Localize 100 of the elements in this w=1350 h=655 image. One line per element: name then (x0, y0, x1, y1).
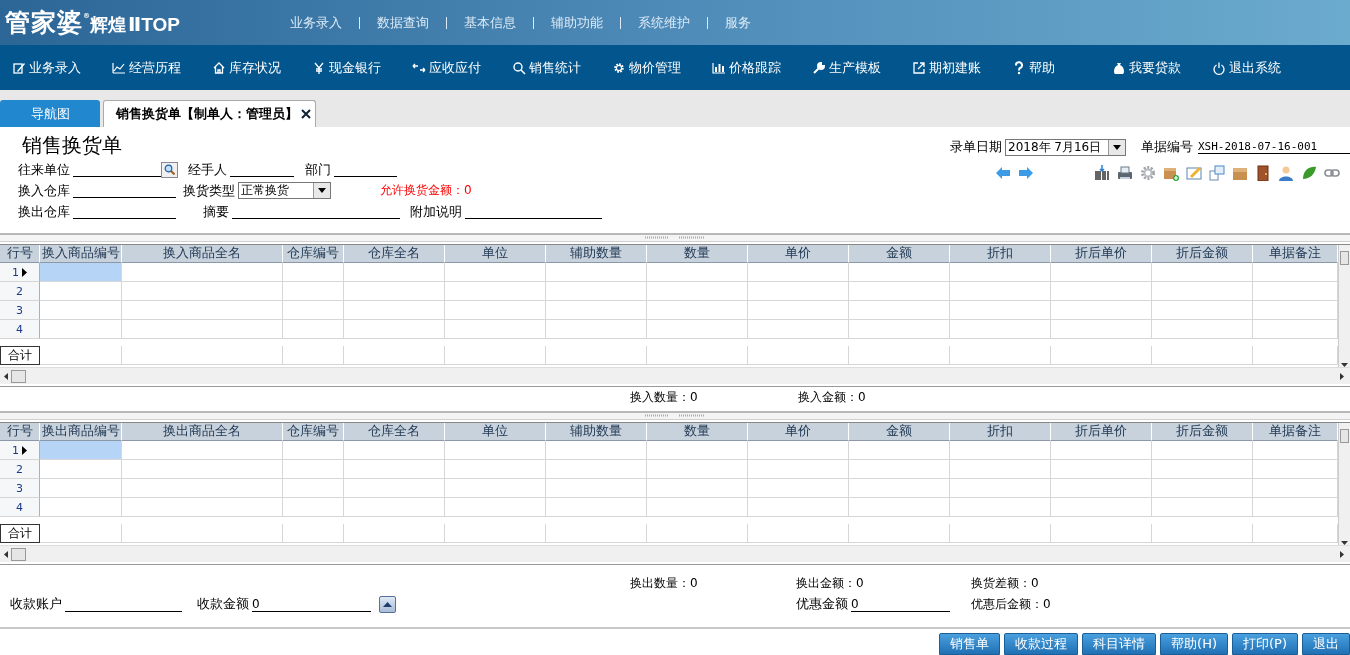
nav-item[interactable]: 价格跟踪 (712, 58, 812, 77)
close-icon[interactable] (301, 109, 311, 119)
date-picker[interactable]: 2018年 7月16日 (1005, 138, 1126, 156)
table-cell[interactable] (849, 282, 950, 301)
table-cell[interactable] (647, 479, 748, 498)
table-cell[interactable] (40, 263, 122, 282)
table-cell[interactable] (849, 301, 950, 320)
table-cell[interactable] (283, 282, 344, 301)
table-cell[interactable] (344, 460, 445, 479)
action-button[interactable]: 销售单 (939, 633, 1001, 655)
vertical-scrollbar[interactable] (1338, 423, 1350, 545)
table-cell[interactable] (1152, 320, 1253, 339)
action-button[interactable]: 帮助(H) (1160, 633, 1228, 655)
action-button[interactable]: 科目详情 (1082, 633, 1157, 655)
table-cell[interactable] (1051, 460, 1152, 479)
column-header[interactable]: 行号 (0, 423, 40, 441)
nav-item[interactable]: 应收应付 (412, 58, 512, 77)
nav-item[interactable]: 期初建账 (912, 58, 1012, 77)
column-header[interactable]: 换出商品全名 (122, 423, 283, 441)
column-header[interactable]: 折后金额 (1152, 423, 1253, 441)
column-header[interactable]: 折后金额 (1152, 245, 1253, 263)
nav-item[interactable]: 经营历程 (112, 58, 212, 77)
table-cell[interactable] (748, 498, 849, 517)
box-plus-icon[interactable] (1163, 165, 1179, 181)
table-cell[interactable] (40, 498, 122, 517)
table-cell[interactable] (40, 320, 122, 339)
table-cell[interactable] (40, 479, 122, 498)
table-cell[interactable] (1152, 282, 1253, 301)
table-cell[interactable] (122, 460, 283, 479)
nav-item[interactable]: 库存状况 (212, 58, 312, 77)
scroll-left-icon[interactable] (4, 372, 8, 380)
scroll-left-icon[interactable] (4, 550, 8, 558)
vertical-scrollbar[interactable] (1338, 245, 1350, 367)
column-header[interactable]: 金额 (849, 245, 950, 263)
table-cell[interactable] (849, 460, 950, 479)
table-cell[interactable] (283, 320, 344, 339)
column-header[interactable]: 数量 (647, 423, 748, 441)
column-header[interactable]: 折后单价 (1051, 423, 1152, 441)
column-header[interactable]: 仓库全名 (344, 423, 445, 441)
table-cell[interactable] (445, 282, 546, 301)
action-button[interactable]: 收款过程 (1004, 633, 1079, 655)
table-cell[interactable] (849, 320, 950, 339)
table-cell[interactable] (1051, 282, 1152, 301)
table-cell[interactable] (122, 498, 283, 517)
table-cell[interactable] (122, 441, 283, 460)
windows-icon[interactable] (1209, 165, 1225, 181)
table-cell[interactable] (546, 460, 647, 479)
scroll-thumb[interactable] (1340, 429, 1349, 443)
table-cell[interactable] (283, 263, 344, 282)
table-cell[interactable] (445, 301, 546, 320)
gear-icon[interactable] (1140, 165, 1156, 181)
column-header[interactable]: 单位 (445, 423, 546, 441)
table-cell[interactable] (344, 479, 445, 498)
table-cell[interactable] (647, 301, 748, 320)
table-cell[interactable] (748, 263, 849, 282)
table-cell[interactable] (344, 498, 445, 517)
table-cell[interactable] (647, 282, 748, 301)
table-cell[interactable] (748, 301, 849, 320)
table-cell[interactable] (40, 460, 122, 479)
action-button[interactable]: 退出 (1302, 633, 1350, 655)
table-cell[interactable] (546, 441, 647, 460)
table-cell[interactable] (1051, 441, 1152, 460)
table-cell[interactable] (122, 301, 283, 320)
table-cell[interactable] (344, 441, 445, 460)
table-cell[interactable] (849, 263, 950, 282)
column-header[interactable]: 仓库编号 (283, 245, 344, 263)
table-cell[interactable] (950, 282, 1051, 301)
action-button[interactable]: 打印(P) (1232, 633, 1298, 655)
table-cell[interactable] (1152, 498, 1253, 517)
table-cell[interactable] (122, 479, 283, 498)
tab[interactable]: 销售换货单【制单人：管理员】 (103, 100, 316, 127)
tab[interactable]: 导航图 (0, 100, 100, 127)
column-header[interactable]: 折扣 (950, 423, 1051, 441)
column-header[interactable]: 仓库全名 (344, 245, 445, 263)
scroll-thumb[interactable] (1340, 251, 1349, 265)
barcode-icon[interactable] (1094, 165, 1110, 181)
input-field[interactable]: 0 (851, 596, 950, 612)
table-cell[interactable] (748, 479, 849, 498)
horizontal-scrollbar[interactable] (0, 367, 1350, 384)
column-header[interactable]: 行号 (0, 245, 40, 263)
table-cell[interactable] (1051, 301, 1152, 320)
table-cell[interactable] (849, 498, 950, 517)
table-cell[interactable] (950, 320, 1051, 339)
table-cell[interactable] (40, 301, 122, 320)
table-cell[interactable] (546, 479, 647, 498)
notepad-pencil-icon[interactable] (1186, 165, 1202, 181)
table-cell[interactable] (546, 282, 647, 301)
table-cell[interactable] (445, 320, 546, 339)
table-cell[interactable] (122, 282, 283, 301)
door-icon[interactable] (1255, 165, 1271, 181)
nav-item[interactable]: 销售统计 (512, 58, 612, 77)
dropdown-icon[interactable] (1113, 144, 1121, 150)
table-cell[interactable] (950, 441, 1051, 460)
menu-item[interactable]: 业务录入 (273, 13, 359, 32)
table-cell[interactable] (546, 263, 647, 282)
column-header[interactable]: 仓库编号 (283, 423, 344, 441)
table-cell[interactable] (445, 263, 546, 282)
column-header[interactable]: 单位 (445, 245, 546, 263)
table-cell[interactable] (647, 263, 748, 282)
column-header[interactable]: 换出商品编号 (40, 423, 122, 441)
